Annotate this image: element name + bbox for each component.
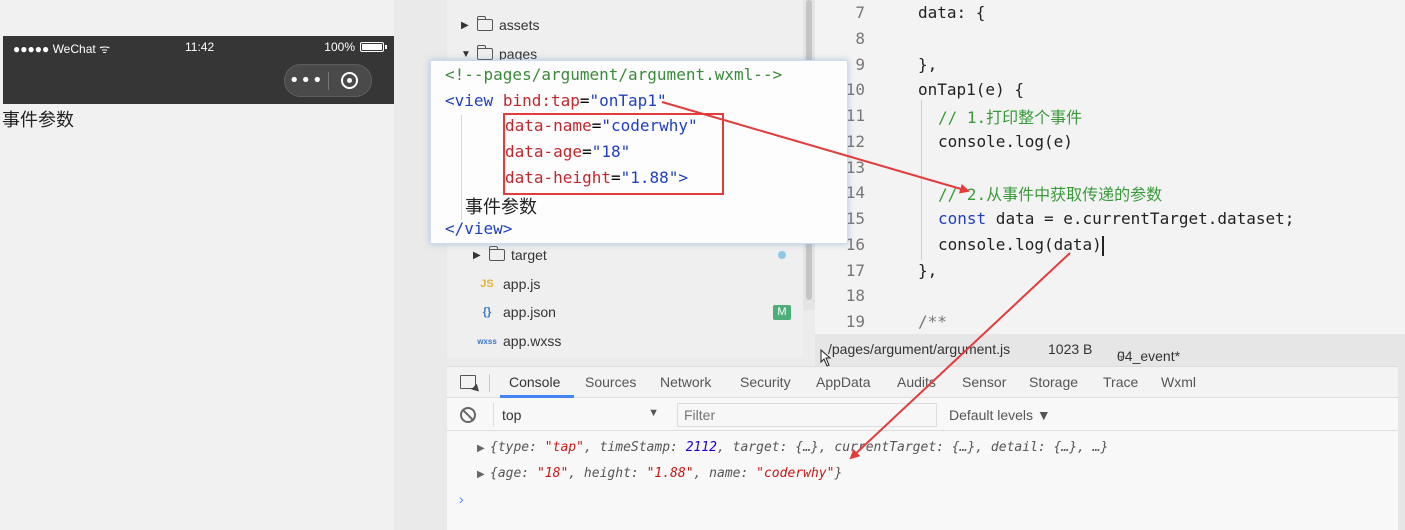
chevron-right-icon: ▶ [473, 249, 481, 261]
code-line: console.log(e) [938, 132, 1073, 151]
line-number: 18 [845, 286, 865, 305]
console-log-entry[interactable]: {type: "tap", timeStamp: 2112, target: {… [490, 440, 1108, 455]
devtools-tabs: Console Sources Network Security AppData… [447, 367, 1398, 398]
wxml-code-popup: <!--pages/argument/argument.wxml--> <vie… [430, 60, 848, 244]
battery-icon [360, 42, 387, 52]
tree-item-app-js[interactable]: JS app.js [477, 274, 540, 294]
tab-sources[interactable]: Sources [585, 374, 636, 390]
phone-status-bar: ●●●●● WeChat ᯤ 11:42 100% [3, 36, 394, 58]
line-number: 7 [855, 3, 865, 22]
git-modified-badge: M [773, 305, 791, 320]
battery-percent: 100% [324, 40, 355, 54]
log-levels-dropdown[interactable]: Default levels ▼ [949, 407, 1051, 423]
tab-console[interactable]: Console [509, 374, 560, 390]
wifi-icon: ᯤ [99, 42, 111, 56]
filter-input[interactable] [677, 403, 937, 427]
capsule-menu: ••• [284, 64, 372, 97]
tree-item-assets[interactable]: ▶ assets [461, 15, 539, 35]
tree-item-label: app.js [503, 276, 541, 292]
folder-icon [489, 246, 505, 261]
tab-sensor[interactable]: Sensor [962, 374, 1006, 390]
line-number: 8 [855, 29, 865, 48]
dropdown-caret-icon: ▼ [648, 407, 659, 419]
wxss-file-icon: wxss [477, 336, 497, 346]
tree-item-app-json[interactable]: {} app.json [477, 302, 556, 322]
code-line: /** [918, 312, 947, 331]
chevron-down-icon: ▼ [461, 48, 471, 60]
code-line: console.log(data) [938, 235, 1104, 256]
tree-item-target[interactable]: ▶ target [473, 245, 547, 265]
expand-triangle-icon[interactable]: ▶ [477, 469, 485, 480]
clock-label: 11:42 [185, 40, 215, 54]
code-line: }, [918, 261, 938, 280]
expand-triangle-icon[interactable]: ▶ [477, 443, 485, 454]
devtools-panel: Console Sources Network Security AppData… [447, 366, 1398, 530]
tab-trace[interactable]: Trace [1103, 374, 1138, 390]
tab-audits[interactable]: Audits [897, 374, 936, 390]
tree-item-app-wxss[interactable]: wxss app.wxss [477, 331, 561, 351]
code-line: const data = e.currentTarget.dataset; [938, 209, 1295, 228]
wxml-text-node: 事件参数 [465, 197, 537, 217]
code-editor[interactable]: 7 data: { 8 9 }, 10 onTap1(e) { 11 // 1.… [815, 0, 1405, 334]
page-text-view[interactable]: 事件参数 [2, 106, 74, 132]
tree-item-label: app.json [503, 304, 556, 320]
tree-item-label: target [511, 247, 547, 263]
carrier-label: ●●●●● WeChat ᯤ [13, 42, 111, 56]
wxml-comment: <!--pages/argument/argument.wxml--> [445, 65, 783, 84]
json-file-icon: {} [482, 306, 492, 318]
tab-storage[interactable]: Storage [1029, 374, 1078, 390]
chevron-right-icon: ▶ [461, 19, 469, 31]
inspect-element-icon[interactable] [460, 375, 476, 389]
console-log-entry[interactable]: {age: "18", height: "1.88", name: "coder… [490, 466, 842, 481]
line-number: 17 [845, 261, 865, 280]
code-keyword: const [938, 209, 987, 228]
close-miniprogram-button[interactable] [328, 72, 371, 89]
console-prompt[interactable]: › [459, 491, 464, 507]
target-circle-icon [341, 72, 359, 89]
tab-network[interactable]: Network [660, 374, 711, 390]
highlight-box [503, 113, 724, 195]
code-comment: // 1.打印整个事件 [938, 108, 1083, 127]
text-cursor [1101, 235, 1104, 256]
code-line: data: { [918, 3, 986, 22]
modified-dot [778, 251, 786, 259]
file-size: 1023 B [1048, 341, 1093, 357]
context-select[interactable]: top ▼ [493, 403, 663, 427]
js-file-icon: JS [480, 278, 494, 290]
clear-console-icon[interactable] [460, 407, 476, 423]
tab-wxml[interactable]: Wxml [1161, 374, 1196, 390]
editor-status-bar: /pages/argument/argument.js 1023 B ⑂ 04_… [815, 334, 1405, 366]
tab-appdata[interactable]: AppData [816, 374, 870, 390]
miniprogram-nav-bar: ••• [3, 58, 394, 104]
tree-item-label: assets [499, 17, 540, 33]
code-line: onTap1(e) { [918, 80, 1024, 99]
folder-open-icon [477, 45, 493, 60]
wxml-view-open: <view bind:tap="onTap1" [445, 91, 667, 110]
line-number: 19 [845, 312, 865, 331]
simulator-panel: ●●●●● WeChat ᯤ 11:42 100% ••• 事件参数 [0, 0, 394, 530]
more-icon[interactable]: ••• [285, 71, 328, 89]
console-toolbar: top ▼ Default levels ▼ [447, 399, 1398, 431]
code-line: }, [918, 55, 938, 74]
folder-icon [477, 16, 493, 31]
wxml-view-close: </view> [445, 219, 513, 238]
file-path[interactable]: /pages/argument/argument.js [828, 341, 1010, 357]
code-comment: // 2.从事件中获取传递的参数 [938, 185, 1163, 204]
tree-item-label: app.wxss [503, 333, 562, 349]
tab-security[interactable]: Security [740, 374, 791, 390]
